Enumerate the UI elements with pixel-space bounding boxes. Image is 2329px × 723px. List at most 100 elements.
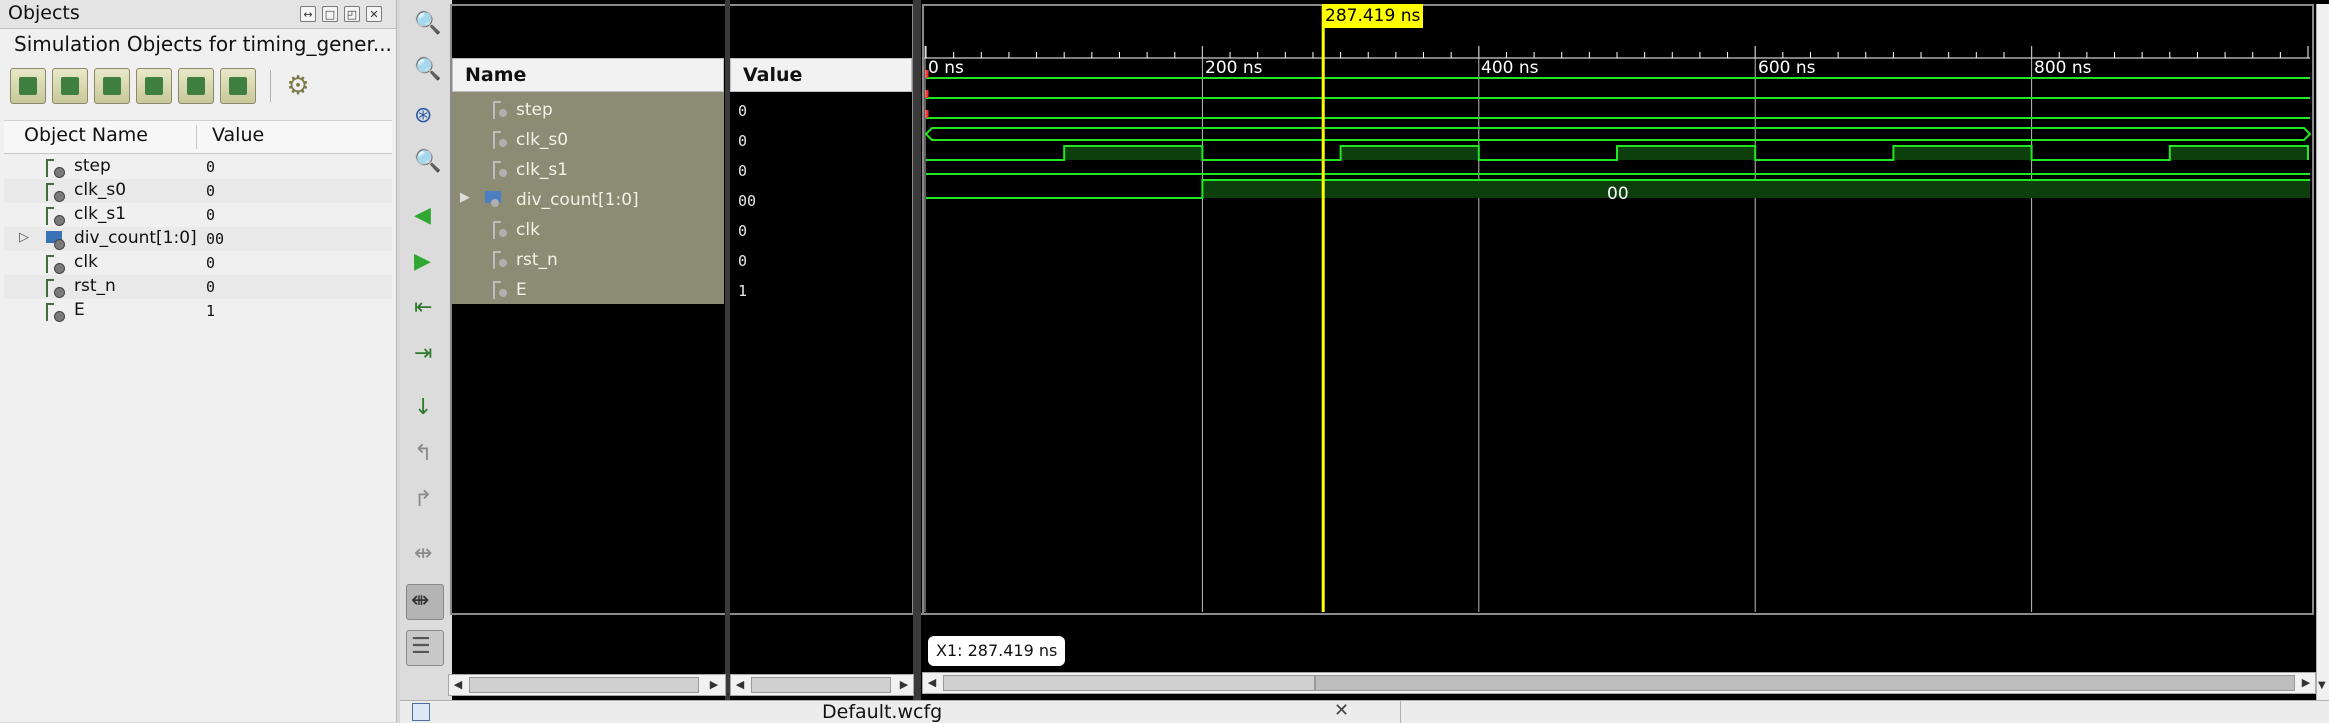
show-outputs-icon[interactable] xyxy=(52,68,88,104)
go-to-start-icon[interactable]: ◀ xyxy=(410,200,442,232)
previous-transition-icon[interactable]: ⇤ xyxy=(410,292,442,324)
object-name-column[interactable]: Object Name xyxy=(24,124,148,146)
next-transition-icon[interactable]: ⇥ xyxy=(410,338,442,370)
settings-icon[interactable]: ⚙ xyxy=(282,70,314,102)
signal-name[interactable]: step xyxy=(516,100,553,120)
floating-ruler-icon[interactable]: ☰ xyxy=(406,630,444,666)
signal-name[interactable]: rst_n xyxy=(516,250,558,270)
object-row[interactable]: clk_s1 0 xyxy=(4,203,392,227)
time-tick-label: 400 ns xyxy=(1481,58,1539,78)
bus-waveform xyxy=(924,127,2312,141)
scroll-left-icon[interactable]: ◀ xyxy=(451,677,465,693)
wave-config-icon xyxy=(412,703,430,721)
scroll-down-icon[interactable]: ▼ xyxy=(2318,680,2326,691)
object-row[interactable]: clk 0 xyxy=(4,251,392,275)
scroll-thumb[interactable] xyxy=(943,675,1315,691)
waveform-scrollbar[interactable]: ◀ ▶ xyxy=(922,672,2316,694)
object-row[interactable]: clk_s0 0 xyxy=(4,179,392,203)
object-value: 1 xyxy=(206,302,216,320)
scroll-thumb[interactable] xyxy=(751,677,891,693)
object-name: E xyxy=(74,300,85,320)
signal-name[interactable]: E xyxy=(516,280,527,300)
object-value: 0 xyxy=(206,158,216,176)
signal-name[interactable]: clk xyxy=(516,220,540,240)
high-level-fill xyxy=(1617,146,1756,160)
sash-vertical[interactable] xyxy=(725,0,730,700)
close-tab-icon[interactable]: ✕ xyxy=(1334,700,1349,721)
signal-icon xyxy=(42,277,65,298)
vertical-scrollbar[interactable]: ▼ xyxy=(2316,4,2329,700)
zoom-out-icon[interactable]: 🔍 xyxy=(410,54,442,86)
add-marker-icon[interactable]: ↓ xyxy=(410,392,442,424)
name-panel-frame xyxy=(450,4,728,615)
signal-icon xyxy=(490,220,508,240)
swap-cursors-icon[interactable]: ⇹ xyxy=(410,538,442,570)
value-panel-scrollbar[interactable]: ◀ ▶ xyxy=(730,674,914,696)
scroll-left-icon[interactable]: ◀ xyxy=(733,677,747,693)
object-value: 0 xyxy=(206,182,216,200)
tab-default-wcfg[interactable]: Default.wcfg xyxy=(822,701,942,723)
snap-to-transition-icon[interactable]: ⇼ xyxy=(406,584,444,620)
waveform-canvas[interactable] xyxy=(924,6,2312,612)
minimize-icon[interactable]: □ xyxy=(322,6,338,22)
scroll-right-icon[interactable]: ▶ xyxy=(2299,675,2313,691)
close-icon[interactable]: ✕ xyxy=(366,6,382,22)
signal-value: 0 xyxy=(738,102,748,120)
show-variables-icon[interactable] xyxy=(220,68,256,104)
high-level-fill xyxy=(1202,180,2310,198)
zoom-fit-icon[interactable]: ⊛ xyxy=(410,100,442,132)
go-to-end-icon[interactable]: ▶ xyxy=(410,246,442,278)
signal-icon xyxy=(42,157,65,178)
object-value: 0 xyxy=(206,206,216,224)
expand-triangle-icon[interactable]: ▷ xyxy=(19,230,29,245)
object-value: 0 xyxy=(206,278,216,296)
object-row[interactable]: step 0 xyxy=(4,155,392,179)
scroll-right-icon[interactable]: ▶ xyxy=(897,677,911,693)
value-panel-frame xyxy=(728,4,914,615)
signal-name[interactable]: clk_s0 xyxy=(516,130,568,150)
maximize-icon[interactable]: ◰ xyxy=(344,6,360,22)
name-panel-scrollbar[interactable]: ◀ ▶ xyxy=(448,674,726,696)
value-column[interactable]: Value xyxy=(212,124,264,146)
previous-marker-icon[interactable]: ↰ xyxy=(410,438,442,470)
tab-divider xyxy=(1400,701,1401,723)
signal-icon xyxy=(490,160,508,180)
time-tick-label: 200 ns xyxy=(1205,58,1263,78)
zoom-to-cursor-icon[interactable]: 🔍 xyxy=(410,146,442,178)
object-row[interactable]: E 1 xyxy=(4,299,392,323)
objects-table-header: Object Name Value xyxy=(4,120,392,154)
next-marker-icon[interactable]: ↱ xyxy=(410,484,442,516)
cursor-time-label[interactable]: 287.419 ns xyxy=(1322,4,1424,28)
object-name: clk xyxy=(74,252,98,272)
signal-name[interactable]: div_count[1:0] xyxy=(516,190,639,210)
signal-icon xyxy=(490,130,508,150)
signal-name[interactable]: clk_s1 xyxy=(516,160,568,180)
expand-triangle-icon[interactable]: ▶ xyxy=(460,190,470,205)
editor-tab-bar: Default.wcfg ✕ xyxy=(400,700,2329,723)
signal-value: 0 xyxy=(738,252,748,270)
time-tick-label: 0 ns xyxy=(928,58,964,78)
restore-icon[interactable]: ↔ xyxy=(300,6,316,22)
signal-value: 1 xyxy=(738,282,748,300)
show-constants-icon[interactable] xyxy=(178,68,214,104)
show-bidir-icon[interactable] xyxy=(94,68,130,104)
high-level-fill xyxy=(1340,146,1479,160)
show-inputs-icon[interactable] xyxy=(10,68,46,104)
signal-value: 0 xyxy=(738,132,748,150)
signal-icon xyxy=(490,100,508,120)
sash-vertical[interactable] xyxy=(913,0,921,700)
show-internal-icon[interactable] xyxy=(136,68,172,104)
zoom-in-icon[interactable]: 🔍 xyxy=(410,8,442,40)
high-level-fill xyxy=(1064,146,1203,160)
time-tick-label: 800 ns xyxy=(2034,58,2092,78)
object-row[interactable]: ▷ div_count[1:0] 00 xyxy=(4,227,392,251)
object-name: rst_n xyxy=(74,276,116,296)
signal-icon xyxy=(42,301,65,322)
scroll-thumb[interactable] xyxy=(469,677,699,693)
simulation-objects-subtitle: Simulation Objects for timing_gener... xyxy=(14,32,392,56)
scroll-right-icon[interactable]: ▶ xyxy=(707,677,721,693)
scroll-track-active[interactable] xyxy=(1315,675,2295,691)
scroll-left-icon[interactable]: ◀ xyxy=(925,675,939,691)
object-row[interactable]: rst_n 0 xyxy=(4,275,392,299)
signal-icon xyxy=(490,250,508,270)
